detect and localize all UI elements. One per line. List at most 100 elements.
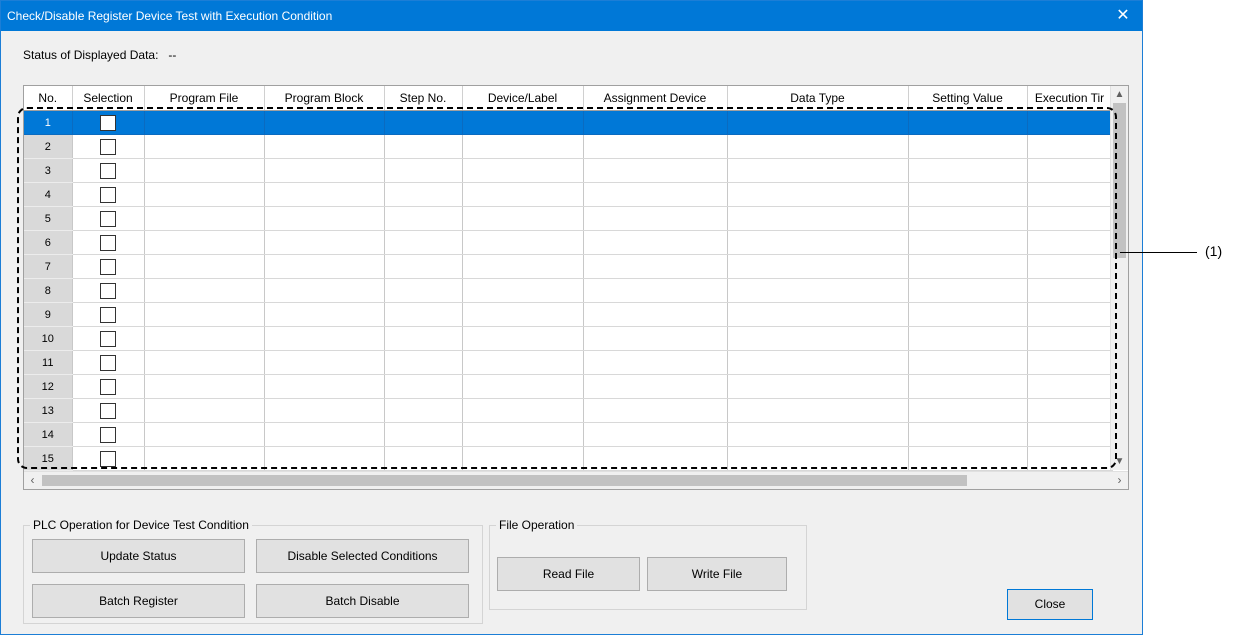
selection-cell[interactable] <box>72 398 145 423</box>
table-cell[interactable] <box>727 254 909 279</box>
table-cell[interactable] <box>144 278 265 303</box>
vertical-scroll-thumb[interactable] <box>1113 103 1126 258</box>
table-cell[interactable] <box>384 278 463 303</box>
table-cell[interactable] <box>462 422 584 447</box>
selection-cell[interactable] <box>72 134 145 159</box>
close-icon[interactable]: ✕ <box>1112 6 1134 26</box>
write-file-button[interactable]: Write File <box>647 557 787 591</box>
batch-register-button[interactable]: Batch Register <box>32 584 245 618</box>
table-cell[interactable] <box>908 254 1028 279</box>
selection-cell[interactable] <box>72 446 145 471</box>
disable-selected-conditions-button[interactable]: Disable Selected Conditions <box>256 539 469 573</box>
table-cell[interactable] <box>144 350 265 375</box>
table-cell[interactable] <box>144 374 265 399</box>
selection-cell[interactable] <box>72 182 145 207</box>
table-cell[interactable] <box>727 350 909 375</box>
table-cell[interactable] <box>384 350 463 375</box>
table-cell[interactable] <box>264 182 385 207</box>
table-cell[interactable] <box>908 230 1028 255</box>
table-cell[interactable] <box>144 206 265 231</box>
table-cell[interactable] <box>727 182 909 207</box>
table-cell[interactable] <box>384 230 463 255</box>
table-cell[interactable] <box>462 350 584 375</box>
table-cell[interactable] <box>908 134 1028 159</box>
table-row[interactable]: 12 <box>24 374 1113 399</box>
table-cell[interactable] <box>264 326 385 351</box>
selection-checkbox[interactable] <box>100 306 116 323</box>
table-cell[interactable] <box>1027 110 1113 135</box>
table-cell[interactable] <box>908 182 1028 207</box>
selection-cell[interactable] <box>72 350 145 375</box>
table-cell[interactable] <box>1027 134 1113 159</box>
selection-checkbox[interactable] <box>100 138 116 155</box>
table-row[interactable]: 15 <box>24 446 1113 471</box>
table-cell[interactable] <box>583 110 728 135</box>
table-cell[interactable] <box>908 158 1028 183</box>
table-cell[interactable] <box>1027 230 1113 255</box>
table-cell[interactable] <box>908 422 1028 447</box>
table-cell[interactable] <box>144 134 265 159</box>
table-cell[interactable] <box>1027 422 1113 447</box>
selection-cell[interactable] <box>72 230 145 255</box>
selection-checkbox[interactable] <box>100 354 116 371</box>
table-cell[interactable] <box>583 374 728 399</box>
table-cell[interactable] <box>264 398 385 423</box>
horizontal-scroll-thumb[interactable] <box>42 475 967 486</box>
table-cell[interactable] <box>583 398 728 423</box>
table-cell[interactable] <box>144 230 265 255</box>
table-cell[interactable] <box>1027 350 1113 375</box>
table-cell[interactable] <box>462 326 584 351</box>
table-cell[interactable] <box>727 302 909 327</box>
table-cell[interactable] <box>144 398 265 423</box>
selection-cell[interactable] <box>72 374 145 399</box>
table-cell[interactable] <box>144 110 265 135</box>
table-cell[interactable] <box>264 206 385 231</box>
table-cell[interactable] <box>583 254 728 279</box>
table-cell[interactable] <box>908 278 1028 303</box>
table-cell[interactable] <box>1027 254 1113 279</box>
table-cell[interactable] <box>144 422 265 447</box>
table-cell[interactable] <box>264 374 385 399</box>
table-row[interactable]: 3 <box>24 158 1113 183</box>
table-cell[interactable] <box>384 110 463 135</box>
table-cell[interactable] <box>908 446 1028 471</box>
table-cell[interactable] <box>727 134 909 159</box>
table-cell[interactable] <box>1027 374 1113 399</box>
table-cell[interactable] <box>583 158 728 183</box>
table-cell[interactable] <box>1027 398 1113 423</box>
table-row[interactable]: 13 <box>24 398 1113 423</box>
table-cell[interactable] <box>583 446 728 471</box>
table-cell[interactable] <box>1027 158 1113 183</box>
table-cell[interactable] <box>1027 302 1113 327</box>
table-cell[interactable] <box>144 326 265 351</box>
table-cell[interactable] <box>384 158 463 183</box>
table-cell[interactable] <box>583 182 728 207</box>
table-cell[interactable] <box>264 110 385 135</box>
selection-checkbox[interactable] <box>100 402 116 419</box>
table-row[interactable]: 14 <box>24 422 1113 447</box>
table-cell[interactable] <box>384 254 463 279</box>
selection-checkbox[interactable] <box>100 210 116 227</box>
table-cell[interactable] <box>462 182 584 207</box>
table-cell[interactable] <box>264 254 385 279</box>
table-cell[interactable] <box>264 422 385 447</box>
table-cell[interactable] <box>144 254 265 279</box>
selection-cell[interactable] <box>72 254 145 279</box>
selection-cell[interactable] <box>72 278 145 303</box>
table-cell[interactable] <box>264 350 385 375</box>
selection-checkbox[interactable] <box>100 186 116 203</box>
horizontal-scrollbar[interactable]: ‹ › <box>24 471 1128 489</box>
table-row[interactable]: 11 <box>24 350 1113 375</box>
table-row[interactable]: 5 <box>24 206 1113 231</box>
table-cell[interactable] <box>727 278 909 303</box>
selection-checkbox[interactable] <box>100 378 116 395</box>
selection-checkbox[interactable] <box>100 450 116 467</box>
selection-checkbox[interactable] <box>100 114 116 131</box>
table-cell[interactable] <box>1027 326 1113 351</box>
table-row[interactable]: 9 <box>24 302 1113 327</box>
column-header[interactable]: Execution Tir <box>1027 86 1113 111</box>
column-header[interactable]: Step No. <box>384 86 463 111</box>
column-header[interactable]: Setting Value <box>908 86 1028 111</box>
column-header[interactable]: Program Block <box>264 86 385 111</box>
table-cell[interactable] <box>583 206 728 231</box>
